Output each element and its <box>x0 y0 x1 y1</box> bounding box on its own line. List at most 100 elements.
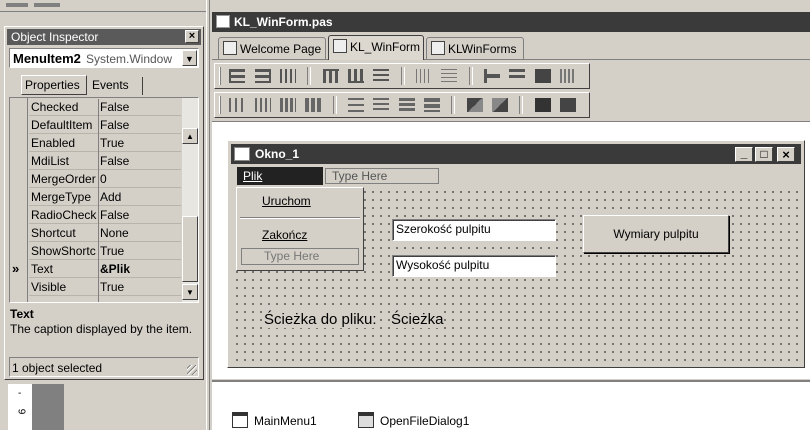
property-grid-scrollbar[interactable]: ▲ ▼ <box>182 98 198 302</box>
close-button[interactable]: × <box>777 147 795 162</box>
tab-label: Welcome Page <box>240 42 322 56</box>
vertical-spacing-remove-icon[interactable] <box>424 98 441 112</box>
toolbar-grip[interactable] <box>219 96 223 114</box>
horizontal-spacing-increase-icon[interactable] <box>254 98 271 112</box>
center-vertically-icon[interactable] <box>441 69 458 83</box>
align-right-icon[interactable] <box>254 69 271 83</box>
align-top-icon[interactable] <box>322 69 339 83</box>
property-row[interactable]: Shortcut None <box>29 225 181 242</box>
tray-item-openfiledialog[interactable]: OpenFileDialog1 <box>358 412 469 428</box>
toolbar-separator <box>332 96 337 114</box>
property-row[interactable]: Visible True <box>29 279 181 296</box>
property-value[interactable]: True <box>100 280 124 294</box>
selected-component-type: System.Window <box>86 52 173 66</box>
send-to-back-icon[interactable] <box>492 98 509 112</box>
tab-welcome-page[interactable]: Welcome Page <box>218 37 326 59</box>
make-same-size-icon[interactable] <box>534 69 551 83</box>
property-value[interactable]: False <box>100 208 129 222</box>
property-value[interactable]: False <box>100 154 129 168</box>
property-row[interactable]: ShowShortc True <box>29 243 181 260</box>
textbox-text: Wysokość pulpitu <box>396 258 490 272</box>
scroll-down-button[interactable]: ▼ <box>182 284 198 300</box>
desktop-width-textbox[interactable]: Szerokość pulpitu <box>392 219 556 241</box>
dropdown-type-here[interactable]: Type Here <box>241 248 359 265</box>
editor-titlebar[interactable]: KL_WinForm.pas <box>212 12 810 32</box>
close-icon[interactable]: × <box>185 30 199 43</box>
horizontal-spacing-remove-icon[interactable] <box>305 98 322 112</box>
property-rows: Checked False DefaultItem False Enabled Tru… <box>29 99 181 302</box>
house-icon <box>223 41 237 55</box>
menu-item-zakoncz[interactable]: Zakończ <box>240 226 360 246</box>
align-vertical-centers-icon[interactable] <box>373 69 390 83</box>
type-here-label: Type Here <box>264 249 320 263</box>
tab-events[interactable]: Events <box>89 77 143 95</box>
property-name: Visible <box>31 280 67 294</box>
help-text: The caption displayed by the item. <box>10 322 193 336</box>
toolbar-grip[interactable] <box>219 67 223 85</box>
property-value[interactable]: True <box>100 244 124 258</box>
property-value[interactable]: True <box>100 136 124 150</box>
bring-to-front-icon[interactable] <box>466 98 483 112</box>
property-row[interactable]: MergeType Add <box>29 189 181 206</box>
menu-type-here[interactable]: Type Here <box>325 168 439 184</box>
size-to-grid-icon[interactable] <box>509 69 526 83</box>
tab-klwinforms[interactable]: KLWinForms <box>426 37 524 59</box>
property-value[interactable]: False <box>100 118 129 132</box>
form-window[interactable]: Okno_1 _ □ × Plik Type Here Uruchom Zako… <box>227 140 805 368</box>
property-row-selected[interactable]: Text &Plik <box>29 261 181 278</box>
type-here-label: Type Here <box>332 169 388 183</box>
component-selector[interactable]: MenuItem2 System.Window ▼ <box>9 48 199 68</box>
minimize-button[interactable]: _ <box>735 147 753 162</box>
center-horizontally-icon[interactable] <box>416 69 433 83</box>
align-left-icon[interactable] <box>229 69 246 83</box>
horizontal-spacing-decrease-icon[interactable] <box>280 98 297 112</box>
property-row[interactable]: DefaultItem False <box>29 117 181 134</box>
maximize-button[interactable]: □ <box>755 147 773 162</box>
scroll-thumb[interactable] <box>182 216 198 282</box>
vertical-spacing-decrease-icon[interactable] <box>398 98 415 112</box>
menu-item-plik[interactable]: Plik <box>237 167 323 185</box>
property-row[interactable]: MdiList False <box>29 153 181 170</box>
property-row[interactable]: Enabled True <box>29 135 181 152</box>
menu-item-label: Zakończ <box>262 228 308 242</box>
align-horizontal-centers-icon[interactable] <box>280 69 297 83</box>
alignment-toolbar-2 <box>214 92 590 118</box>
align-to-grid-icon[interactable] <box>484 69 501 83</box>
tab-kl-winform[interactable]: KL_WinForm <box>328 35 424 60</box>
tab-label: Events <box>92 78 129 92</box>
property-value[interactable]: 0 <box>100 172 107 186</box>
property-value[interactable]: None <box>100 226 129 240</box>
file-path-value: Ścieżka <box>391 311 444 328</box>
chevron-down-icon[interactable]: ▼ <box>182 50 197 66</box>
property-row[interactable]: MergeOrder 0 <box>29 171 181 188</box>
menu-item-uruchom[interactable]: Uruchom <box>240 192 360 212</box>
textbox-text: Szerokość pulpitu <box>396 222 491 236</box>
property-value[interactable]: &Plik <box>100 262 130 276</box>
menu-item-label: Plik <box>243 169 263 183</box>
tab-label: KL_WinForm <box>350 40 421 54</box>
desktop-dimensions-button[interactable]: Wymiary pulpitu <box>583 215 729 253</box>
tray-item-mainmenu[interactable]: MainMenu1 <box>232 412 317 428</box>
toolbar-grip[interactable] <box>34 3 60 7</box>
horizontal-spacing-equal-icon[interactable] <box>229 98 246 112</box>
property-column-divider[interactable] <box>98 99 99 302</box>
tab-properties[interactable]: Properties <box>21 75 87 95</box>
panel-splitter[interactable] <box>206 0 210 430</box>
toolbar-grip[interactable] <box>6 3 28 7</box>
selected-row-marker: » <box>12 261 20 276</box>
scroll-up-button[interactable]: ▲ <box>182 128 198 144</box>
vertical-spacing-increase-icon[interactable] <box>373 98 390 112</box>
property-row[interactable]: RadioCheck False <box>29 207 181 224</box>
form-titlebar[interactable]: Okno_1 _ □ × <box>231 144 801 164</box>
desktop-height-textbox[interactable]: Wysokość pulpitu <box>392 255 556 277</box>
property-value[interactable]: Add <box>100 190 121 204</box>
align-bottom-icon[interactable] <box>348 69 365 83</box>
tab-order-icon[interactable] <box>560 98 577 112</box>
lock-controls-icon[interactable] <box>534 98 551 112</box>
property-value[interactable]: False <box>100 100 129 114</box>
property-row[interactable]: Checked False <box>29 99 181 116</box>
vertical-spacing-equal-icon[interactable] <box>348 98 365 112</box>
snap-to-grid-icon[interactable] <box>560 69 577 83</box>
resize-grip-icon[interactable] <box>187 365 197 375</box>
object-inspector-titlebar[interactable]: Object Inspector × <box>7 29 201 45</box>
